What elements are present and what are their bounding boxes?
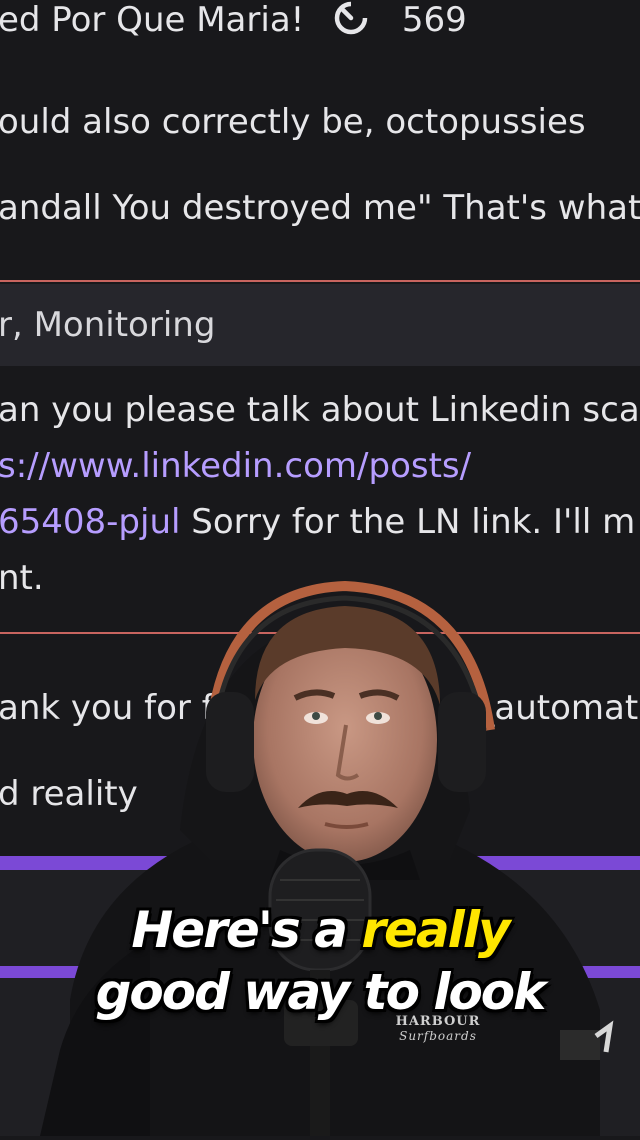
view-count: 569 bbox=[402, 0, 467, 40]
chat-message: ould also correctly be, octopussies bbox=[0, 102, 586, 142]
section-header-text: r, Monitoring bbox=[0, 305, 215, 345]
webcam-overlay: HARBOUR Surfboards bbox=[0, 580, 640, 1136]
chat-message: andall You destroyed me" That's what bbox=[0, 188, 640, 228]
subtitle-caption-line1: Here's a really bbox=[0, 900, 640, 960]
chat-section-header: r, Monitoring bbox=[0, 284, 640, 366]
message-divider bbox=[0, 280, 640, 282]
chat-link[interactable]: s://www.linkedin.com/posts/ bbox=[0, 446, 471, 486]
chat-link-tail[interactable]: 65408-pjul bbox=[0, 502, 180, 542]
caption-highlight-word: really bbox=[361, 901, 508, 959]
chat-message-line: 65408-pjul Sorry for the LN link. I'll m bbox=[0, 502, 635, 542]
caption-text: Here's a bbox=[131, 901, 361, 959]
timer-icon bbox=[329, 1, 373, 35]
chat-top-text: ed Por Que Maria! bbox=[0, 0, 304, 40]
chat-top-line: ed Por Que Maria! 569 bbox=[0, 0, 467, 40]
chat-message-text: Sorry for the LN link. I'll m bbox=[180, 502, 635, 542]
streamer-figure bbox=[0, 580, 640, 1136]
chat-message-line: an you please talk about Linkedin sca bbox=[0, 390, 640, 430]
subtitle-caption-line2: good way to look bbox=[0, 962, 640, 1022]
hoodie-logo-script: Surfboards bbox=[388, 1029, 488, 1043]
